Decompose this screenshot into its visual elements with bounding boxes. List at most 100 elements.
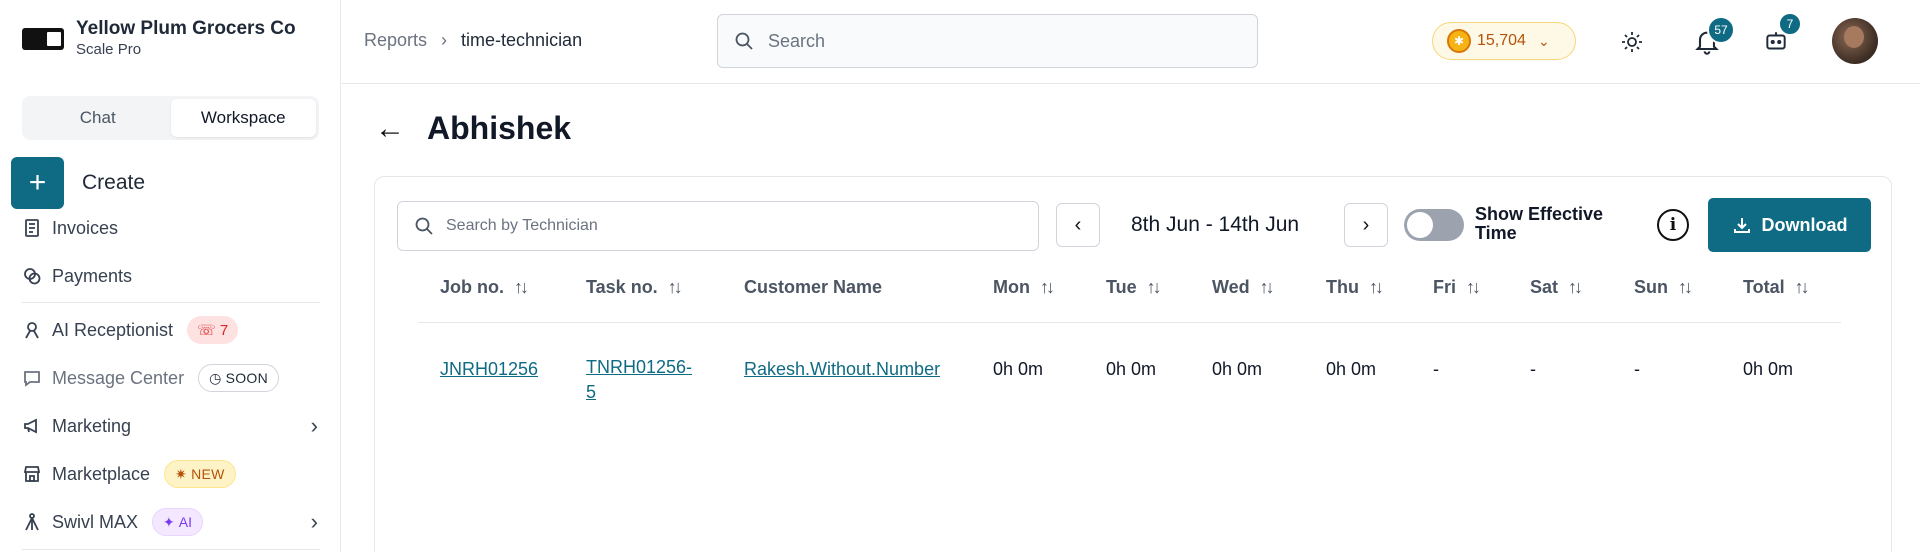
column-header-wed[interactable]: Wed ↑↓ — [1212, 277, 1275, 298]
sidebar-item-marketing[interactable]: Marketing › — [22, 411, 320, 441]
sidebar-item-ai-receptionist[interactable]: AI Receptionist ☏ 7 — [22, 315, 239, 345]
column-header-thu[interactable]: Thu ↑↓ — [1326, 277, 1384, 298]
sidebar-divider — [22, 549, 320, 550]
create-action[interactable]: + Create — [11, 157, 145, 209]
technician-search — [397, 201, 1039, 251]
org-plan: Scale Pro — [76, 41, 142, 58]
prev-week-button[interactable]: ‹ — [1056, 203, 1100, 247]
column-header-mon[interactable]: Mon ↑↓ — [993, 277, 1055, 298]
search-icon — [735, 32, 753, 50]
sort-icon: ↑↓ — [1678, 277, 1693, 297]
breadcrumb-current: time-technician — [461, 30, 583, 50]
breadcrumb-reports[interactable]: Reports — [364, 30, 427, 51]
avatar[interactable] — [1832, 18, 1878, 64]
search-icon — [415, 217, 433, 235]
store-icon — [23, 466, 41, 482]
sidebar: Yellow Plum Grocers Co Scale Pro Chat Wo… — [0, 0, 341, 552]
table-cell-tue: 0h 0m — [1106, 359, 1157, 379]
next-week-button[interactable]: › — [1344, 203, 1388, 247]
megaphone-icon — [24, 418, 37, 434]
notifications-button[interactable]: 57 — [1687, 16, 1735, 62]
chevron-right-icon: › — [1362, 213, 1370, 236]
table-cell-mon: 0h 0m — [993, 359, 1044, 379]
messages-button[interactable]: 7 — [1756, 12, 1802, 62]
sort-icon: ↑↓ — [1466, 277, 1481, 297]
sidebar-item-label: Message Center — [52, 367, 185, 388]
create-label: Create — [82, 171, 146, 194]
invoice-icon — [25, 219, 39, 237]
download-icon — [1733, 218, 1750, 233]
chevron-right-icon: › — [441, 30, 448, 50]
theme-toggle[interactable] — [1612, 22, 1652, 62]
messages-count: 7 — [1778, 12, 1802, 36]
search-input[interactable] — [768, 30, 1208, 52]
column-header-task-no[interactable]: Task no. ↑↓ — [586, 277, 683, 298]
table-cell-sat: - — [1530, 359, 1536, 379]
table-cell-customer: Rakesh.Without.Number — [744, 359, 940, 380]
coin-icon: ✱ — [1447, 29, 1471, 53]
sidebar-item-marketplace[interactable]: Marketplace ✷ NEW — [22, 459, 236, 489]
table-cell-job-no: JNRH01256 — [440, 359, 538, 380]
customer-link[interactable]: Rakesh.Without.Number — [744, 359, 940, 379]
top-bar: Reports › time-technician ✱ 15,704 ⌄ 57 … — [342, 0, 1920, 84]
table-cell-task-no: TNRH01256- 5 — [586, 355, 692, 405]
sidebar-item-label: Swivl MAX — [52, 511, 139, 532]
sidebar-item-label: Marketplace — [52, 463, 151, 484]
sidebar-divider — [22, 302, 320, 303]
column-header-sun[interactable]: Sun ↑↓ — [1634, 277, 1693, 298]
soon-badge: ◷ SOON — [198, 364, 280, 392]
column-header-customer-name[interactable]: Customer Name — [744, 277, 882, 298]
sort-icon: ↑↓ — [1369, 277, 1384, 297]
tripod-icon — [25, 513, 39, 531]
effective-time-toggle[interactable] — [1404, 209, 1464, 241]
chat-workspace-switch: Chat Workspace — [22, 96, 319, 140]
missed-call-icon: ☏ — [197, 322, 216, 339]
org-logo — [22, 28, 64, 50]
back-arrow-icon[interactable]: ← — [375, 113, 405, 144]
tab-chat[interactable]: Chat — [25, 99, 171, 137]
sort-icon: ↑↓ — [514, 277, 529, 297]
column-header-fri[interactable]: Fri ↑↓ — [1433, 277, 1481, 298]
global-search — [717, 14, 1258, 68]
sort-icon: ↑↓ — [1039, 277, 1055, 297]
sidebar-item-label: Payments — [52, 265, 133, 286]
sidebar-item-invoices[interactable]: Invoices — [22, 213, 118, 243]
technician-search-input[interactable] — [446, 217, 1026, 235]
table-cell-thu: 0h 0m — [1326, 359, 1377, 379]
table-cell-fri: - — [1433, 359, 1439, 379]
plus-icon[interactable]: + — [11, 157, 64, 209]
column-header-total[interactable]: Total ↑↓ — [1743, 277, 1810, 298]
sun-icon — [1622, 32, 1642, 52]
sort-icon: ↑↓ — [667, 277, 683, 297]
page-title: Abhishek — [427, 110, 572, 146]
sidebar-item-label: Marketing — [52, 415, 132, 436]
effective-time-label: Show Effective Time — [1475, 204, 1604, 243]
column-header-sat[interactable]: Sat ↑↓ — [1530, 277, 1583, 298]
breadcrumb: Reports › time-technician — [364, 30, 582, 51]
sidebar-item-swivl-max[interactable]: Swivl MAX ✦ AI › — [22, 507, 320, 537]
task-link[interactable]: TNRH01256- 5 — [586, 357, 692, 402]
org-switcher[interactable]: Yellow Plum Grocers Co Scale Pro — [22, 18, 296, 60]
sort-icon: ↑↓ — [1794, 277, 1810, 297]
download-label: Download — [1761, 214, 1848, 235]
chevron-left-icon: ‹ — [1074, 213, 1082, 236]
sidebar-item-payments[interactable]: Payments — [22, 261, 132, 291]
sidebar-item-message-center[interactable]: Message Center ◷ SOON — [22, 363, 280, 393]
chat-icon — [24, 371, 40, 387]
info-icon[interactable]: i — [1657, 209, 1689, 241]
column-header-tue[interactable]: Tue ↑↓ — [1106, 277, 1162, 298]
chevron-down-icon: ⌄ — [1537, 32, 1550, 49]
missed-calls-badge: ☏ 7 — [187, 316, 239, 344]
column-header-job-no[interactable]: Job no. ↑↓ — [440, 277, 529, 298]
sort-icon: ↑↓ — [1259, 277, 1275, 297]
chevron-right-icon: › — [310, 509, 318, 534]
tab-workspace[interactable]: Workspace — [170, 99, 316, 137]
date-range: 8th Jun - 14th Jun — [1131, 213, 1300, 236]
job-link[interactable]: JNRH01256 — [440, 359, 538, 379]
headset-icon — [25, 322, 39, 339]
page-header: ← Abhishek — [375, 110, 571, 147]
coins-balance[interactable]: ✱ 15,704 ⌄ — [1432, 22, 1576, 60]
notifications-count: 57 — [1707, 16, 1735, 44]
download-button[interactable]: Download — [1708, 198, 1871, 252]
org-name: Yellow Plum Grocers Co — [76, 18, 296, 39]
